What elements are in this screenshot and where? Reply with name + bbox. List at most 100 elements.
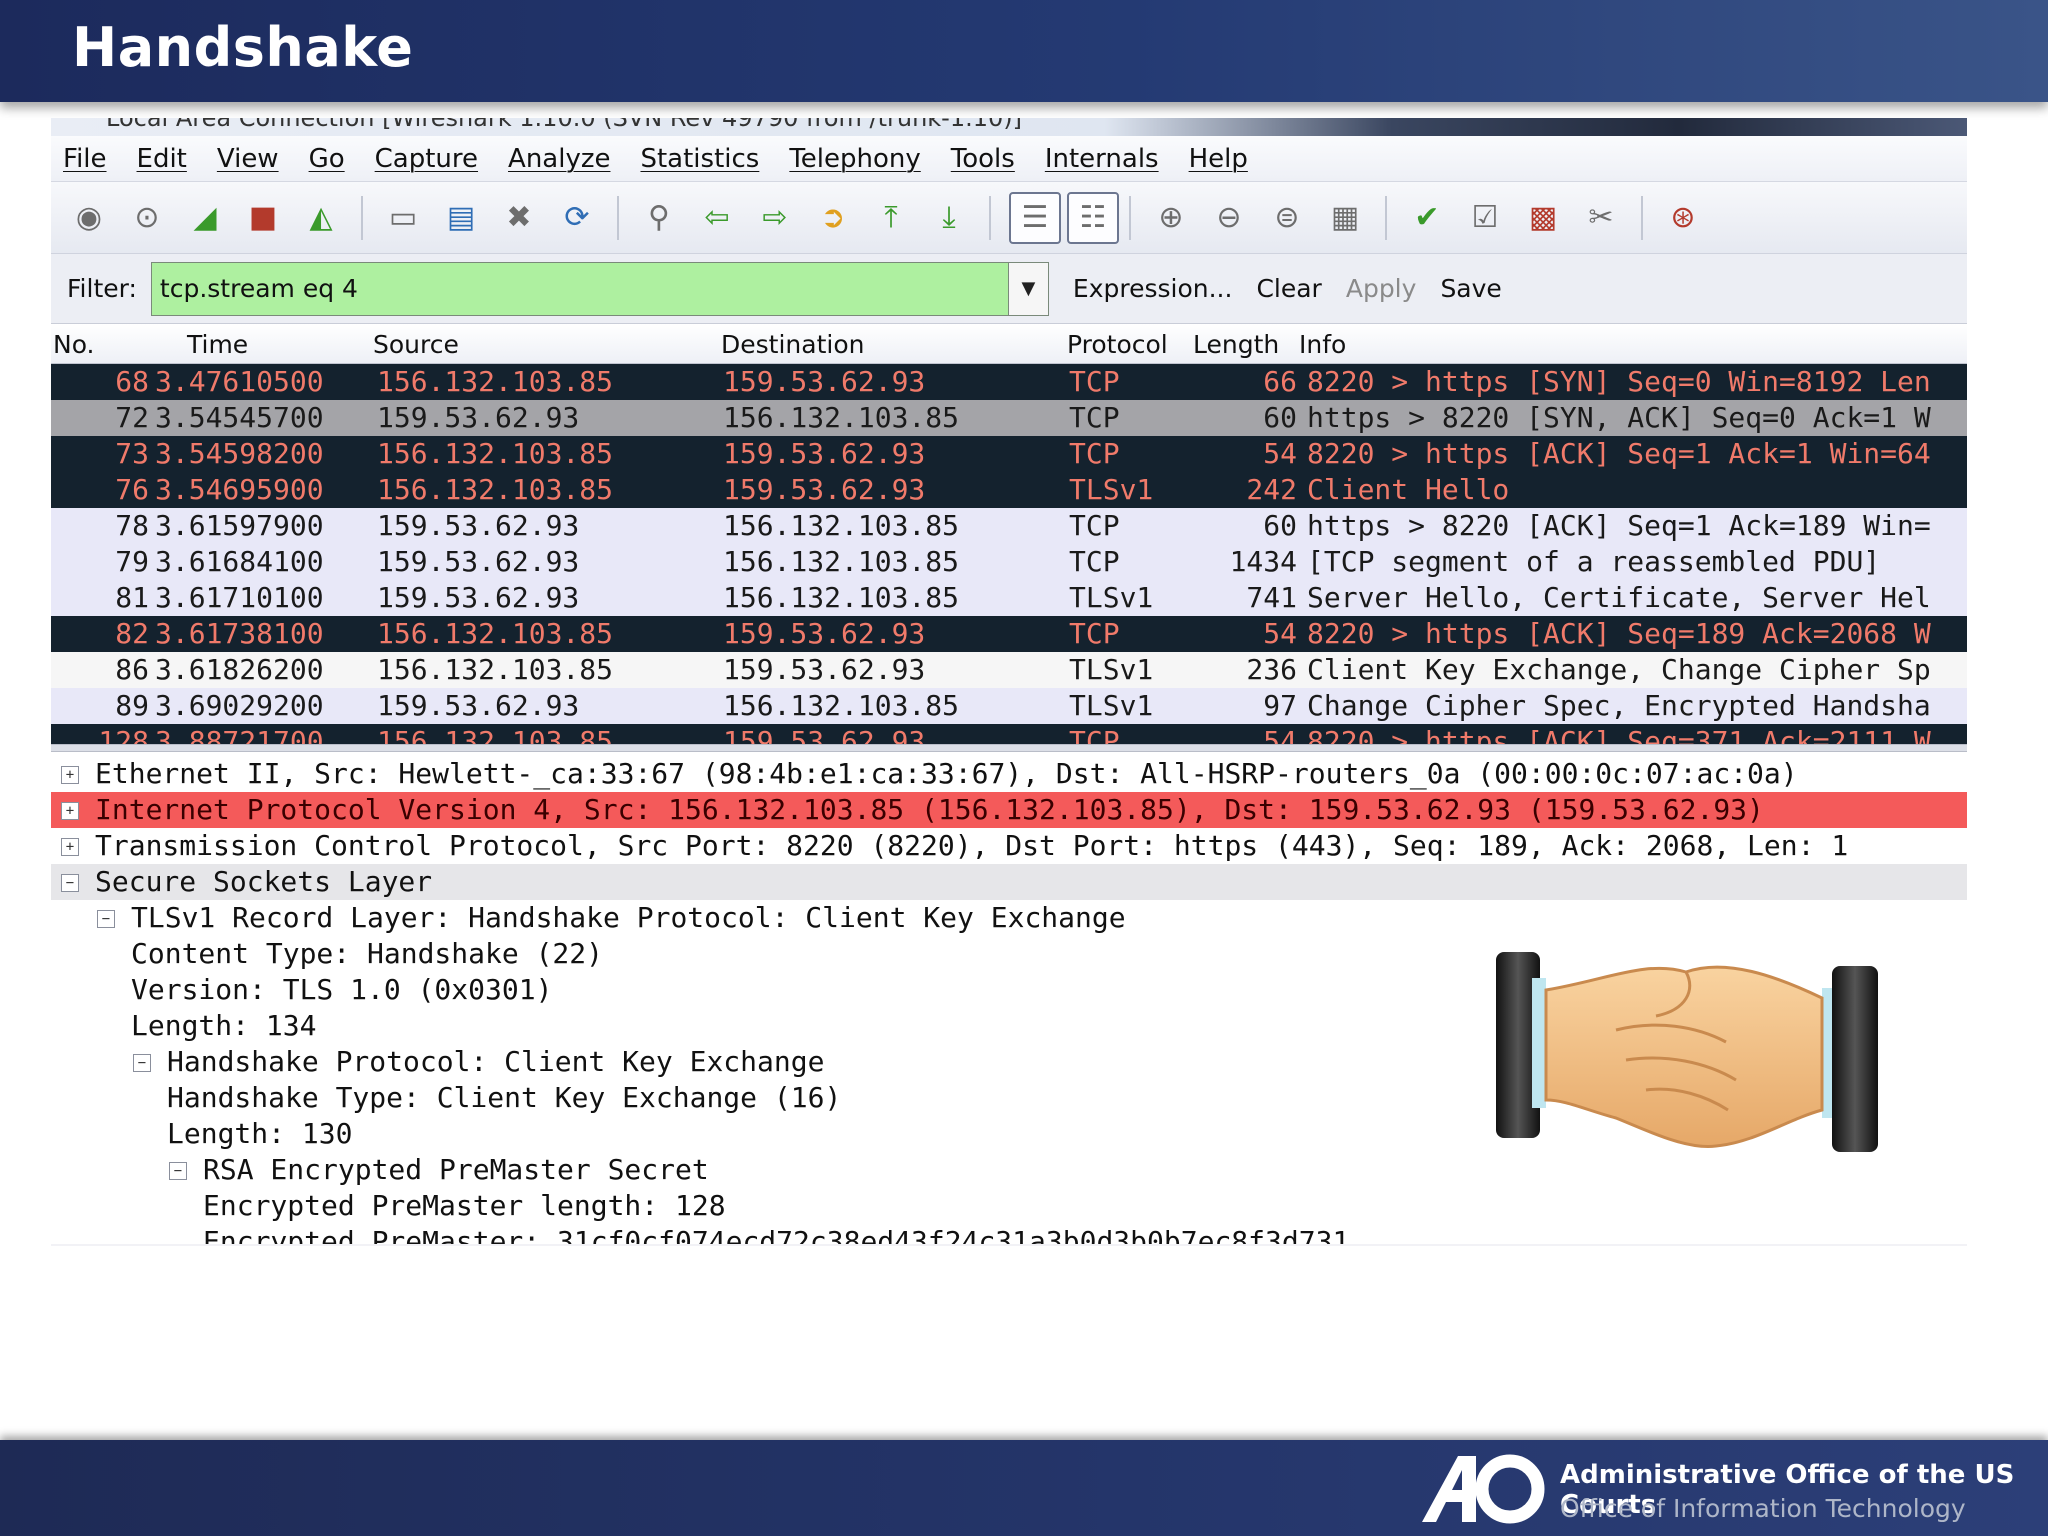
column-header-source[interactable]: Source: [373, 330, 459, 359]
column-header-protocol[interactable]: Protocol: [1067, 330, 1168, 359]
menu-internals[interactable]: Internals: [1045, 144, 1159, 174]
menu-telephony[interactable]: Telephony: [789, 144, 920, 174]
cell-source: 156.132.103.85: [377, 473, 614, 506]
table-row[interactable]: 78 3.61597900 159.53.62.93 156.132.103.85 TC…: [51, 508, 1967, 544]
autoscroll-icon[interactable]: ☷: [1067, 191, 1119, 244]
resize-columns-icon[interactable]: ▦: [1323, 196, 1367, 240]
packet-list-header: No. Time Source Destination Protocol Len…: [51, 324, 1967, 364]
menu-capture[interactable]: Capture: [375, 144, 478, 174]
table-row[interactable]: 89 3.69029200 159.53.62.93 156.132.103.85 TL…: [51, 688, 1967, 724]
cell-source: 156.132.103.85: [377, 437, 614, 470]
zoom-out-icon[interactable]: ⊖: [1207, 196, 1251, 240]
go-last-icon[interactable]: ⤓: [927, 196, 971, 240]
collapse-icon[interactable]: −: [97, 910, 115, 928]
detail-tree-item[interactable]: + Transmission Control Protocol, Src Port…: [51, 828, 1967, 864]
filter-clear-button[interactable]: Clear: [1256, 274, 1321, 303]
reload-icon[interactable]: ⟳: [555, 196, 599, 240]
help-icon[interactable]: ⊛: [1661, 196, 1705, 240]
column-header-info[interactable]: Info: [1299, 330, 1346, 359]
detail-tree-item[interactable]: + Internet Protocol Version 4, Src: 156.1…: [51, 792, 1967, 828]
cell-length: 60: [1263, 401, 1297, 434]
coloring-rules-icon[interactable]: ▩: [1521, 196, 1565, 240]
cell-time: 3.54545700: [155, 401, 324, 434]
open-file-icon[interactable]: ▭: [381, 196, 425, 240]
go-back-icon[interactable]: ⇦: [695, 196, 739, 240]
filter-expression-button[interactable]: Expression...: [1073, 274, 1233, 303]
cell-no: 86: [115, 653, 149, 686]
menu-go[interactable]: Go: [309, 144, 345, 174]
close-file-icon[interactable]: ✖: [497, 196, 541, 240]
table-row[interactable]: 76 3.54695900 156.132.103.85 159.53.62.93 TL…: [51, 472, 1967, 508]
cell-length: 236: [1246, 653, 1297, 686]
detail-tree-item[interactable]: + Ethernet II, Src: Hewlett-_ca:33:67 (98…: [51, 756, 1967, 792]
display-filters-icon[interactable]: ☑: [1463, 196, 1507, 240]
toolbar-separator: [1641, 195, 1643, 240]
detail-text: Length: 130: [167, 1117, 353, 1150]
collapse-icon[interactable]: −: [169, 1162, 187, 1180]
table-row[interactable]: 128 3.88721700 156.132.103.85 159.53.62.93 T…: [51, 724, 1967, 744]
cell-info: 8220 > https [ACK] Seq=371 Ack=2111 W: [1307, 725, 1931, 744]
colorize-icon[interactable]: ☰: [1009, 191, 1061, 244]
expand-icon[interactable]: +: [61, 838, 79, 856]
menu-analyze[interactable]: Analyze: [508, 144, 610, 174]
display-filter-input[interactable]: tcp.stream eq 4: [150, 261, 1009, 316]
cell-destination: 156.132.103.85: [723, 509, 960, 542]
cell-destination: 156.132.103.85: [723, 401, 960, 434]
restart-capture-icon[interactable]: ◭: [299, 196, 343, 240]
find-packet-icon[interactable]: ⚲: [637, 196, 681, 240]
detail-tree-item[interactable]: Encrypted PreMaster: 31cf0cf074ecd72c38e…: [51, 1224, 1967, 1244]
expand-icon[interactable]: +: [61, 766, 79, 784]
filter-dropdown-button[interactable]: ▼: [1008, 261, 1049, 316]
menu-statistics[interactable]: Statistics: [640, 144, 759, 174]
table-row[interactable]: 82 3.61738100 156.132.103.85 159.53.62.93 TC…: [51, 616, 1967, 652]
cell-info: 8220 > https [ACK] Seq=1 Ack=1 Win=64: [1307, 437, 1931, 470]
cell-length: 54: [1263, 725, 1297, 744]
go-to-packet-icon[interactable]: ➲: [811, 196, 855, 240]
save-file-icon[interactable]: ▤: [439, 196, 483, 240]
interface-list-icon[interactable]: ◉: [67, 196, 111, 240]
column-header-length[interactable]: Length: [1193, 330, 1279, 359]
ao-logo: [1422, 1454, 1545, 1524]
table-row[interactable]: 79 3.61684100 159.53.62.93 156.132.103.85 TC…: [51, 544, 1967, 580]
menu-file[interactable]: File: [63, 144, 107, 174]
capture-filters-icon[interactable]: ✔: [1405, 196, 1449, 240]
table-row[interactable]: 73 3.54598200 156.132.103.85 159.53.62.93 TC…: [51, 436, 1967, 472]
pane-divider[interactable]: [51, 744, 1967, 752]
capture-options-icon[interactable]: ⊙: [125, 196, 169, 240]
cell-length: 242: [1246, 473, 1297, 506]
filter-apply-button[interactable]: Apply: [1346, 274, 1417, 303]
column-header-no[interactable]: No.: [53, 330, 95, 359]
detail-tree-item[interactable]: − TLSv1 Record Layer: Handshake Protocol:…: [51, 900, 1967, 936]
collapse-icon[interactable]: −: [61, 874, 79, 892]
stop-capture-icon[interactable]: ■: [241, 196, 285, 240]
zoom-normal-icon[interactable]: ⊜: [1265, 196, 1309, 240]
detail-tree-item[interactable]: Encrypted PreMaster length: 128: [51, 1188, 1967, 1224]
cell-source: 156.132.103.85: [377, 617, 614, 650]
go-forward-icon[interactable]: ⇨: [753, 196, 797, 240]
detail-tree-item[interactable]: − Secure Sockets Layer: [51, 864, 1967, 900]
menu-view[interactable]: View: [217, 144, 279, 174]
zoom-in-icon[interactable]: ⊕: [1149, 196, 1193, 240]
expand-icon[interactable]: +: [61, 802, 79, 820]
start-capture-icon[interactable]: ◢: [183, 196, 227, 240]
menu-tools[interactable]: Tools: [951, 144, 1015, 174]
table-row[interactable]: 72 3.54545700 159.53.62.93 156.132.103.85 TC…: [51, 400, 1967, 436]
collapse-icon[interactable]: −: [133, 1054, 151, 1072]
table-row[interactable]: 81 3.61710100 159.53.62.93 156.132.103.85 TL…: [51, 580, 1967, 616]
preferences-icon[interactable]: ✂: [1579, 196, 1623, 240]
cell-info: 8220 > https [SYN] Seq=0 Win=8192 Len: [1307, 365, 1931, 398]
cell-protocol: TCP: [1069, 437, 1120, 470]
toolbar-separator: [361, 195, 363, 240]
cell-protocol: TLSv1: [1069, 689, 1154, 722]
main-toolbar: ◉ ⊙ ◢ ■ ◭ ▭ ▤ ✖ ⟳ ⚲ ⇦ ⇨ ➲ ⤒ ⤓ ☰ ☷ ⊕ ⊖ ⊜ …: [51, 182, 1967, 254]
detail-text: Secure Sockets Layer: [95, 865, 433, 898]
detail-text: TLSv1 Record Layer: Handshake Protocol: …: [131, 901, 1126, 934]
go-first-icon[interactable]: ⤒: [869, 196, 913, 240]
filter-save-button[interactable]: Save: [1440, 274, 1501, 303]
column-header-destination[interactable]: Destination: [721, 330, 864, 359]
menu-edit[interactable]: Edit: [137, 144, 187, 174]
table-row[interactable]: 68 3.47610500 156.132.103.85 159.53.62.93 TC…: [51, 364, 1967, 400]
menu-help[interactable]: Help: [1189, 144, 1248, 174]
table-row[interactable]: 86 3.61826200 156.132.103.85 159.53.62.93 TL…: [51, 652, 1967, 688]
column-header-time[interactable]: Time: [187, 330, 248, 359]
